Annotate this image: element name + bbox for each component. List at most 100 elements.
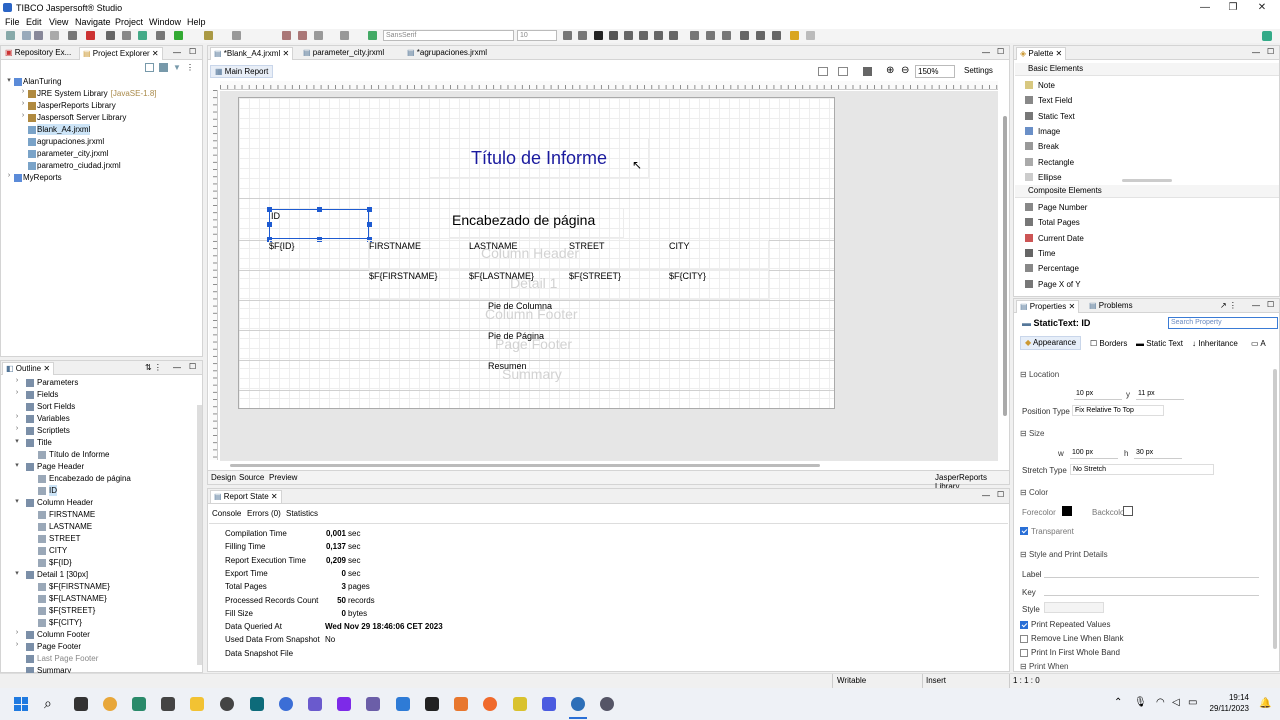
outline-item[interactable]: Sort Fields [37, 401, 75, 412]
menu-project[interactable]: Project [115, 17, 143, 27]
header-street[interactable]: STREET [569, 241, 605, 251]
app-icon-10[interactable] [366, 697, 380, 711]
palette-item[interactable]: Total Pages [1038, 217, 1080, 228]
outline-item[interactable]: $F{FIRSTNAME} [49, 581, 110, 592]
vscode-icon[interactable] [396, 697, 410, 711]
maximize-palette-icon[interactable]: ☐ [1267, 47, 1274, 56]
tree-item[interactable]: JRE System Library [JavaSE-1.8] [37, 88, 157, 99]
tab-parameter-city[interactable]: ▤ parameter_city.jrxml [300, 47, 387, 60]
outline-item[interactable]: LASTNAME [49, 521, 92, 532]
tab-borders[interactable]: ☐ Borders [1090, 339, 1127, 348]
file-explorer-icon[interactable] [190, 697, 204, 711]
snap-icon[interactable] [863, 67, 872, 76]
detail-city[interactable]: $F{CITY} [669, 271, 706, 281]
y-input[interactable]: 11 px [1136, 389, 1184, 400]
tree-item[interactable]: Blank_A4.jrxml [37, 124, 91, 135]
search-icon[interactable]: ⌕ [44, 695, 52, 712]
app-icon-16[interactable] [542, 697, 556, 711]
minimize-properties-icon[interactable]: — [1252, 301, 1260, 310]
tab-agrupaciones[interactable]: ▤ *agrupaciones.jrxml [404, 47, 490, 60]
properties-scrollbar[interactable] [1273, 369, 1277, 649]
app-icon-13[interactable] [454, 697, 468, 711]
tree-item[interactable]: agrupaciones.jrxml [37, 136, 104, 147]
app-icon-7[interactable] [279, 697, 293, 711]
search-property-input[interactable]: Search Property [1168, 317, 1278, 329]
design-canvas[interactable]: Título de Informe Encabezado de página C… [220, 91, 998, 461]
palette-item[interactable]: Current Date [1038, 233, 1084, 244]
expand-toggle-icon[interactable]: ▾ [13, 569, 21, 577]
bold-icon[interactable] [594, 31, 603, 40]
zoom-out-icon[interactable]: ⊖ [901, 65, 909, 76]
expand-toggle-icon[interactable]: › [19, 88, 27, 95]
minimize-editor-icon[interactable]: — [982, 48, 990, 57]
header-firstname[interactable]: FIRSTNAME [369, 241, 421, 251]
outline-item[interactable]: Variables [37, 413, 70, 424]
outline-item[interactable]: Encabezado de página [49, 473, 131, 484]
menu-window[interactable]: Window [149, 17, 181, 27]
maximize-editor-icon[interactable]: ☐ [997, 47, 1004, 56]
transparent-checkbox[interactable] [1020, 527, 1028, 535]
expand-toggle-icon[interactable]: › [13, 389, 21, 396]
palette-scrollbar[interactable] [1122, 179, 1172, 182]
print-repeated-checkbox[interactable] [1020, 621, 1028, 629]
minimize-icon[interactable]: — [1198, 2, 1212, 13]
outline-item[interactable]: $F{ID} [49, 557, 72, 568]
detail-lastname[interactable]: $F{LASTNAME} [469, 271, 534, 281]
windows-start-icon[interactable] [14, 697, 28, 711]
notifications-icon[interactable]: 🔔 [1259, 698, 1271, 709]
tree-item[interactable]: AlanTuring [23, 76, 61, 87]
expand-toggle-icon[interactable]: › [13, 425, 21, 432]
zoom-select[interactable]: 150% [915, 65, 955, 78]
remove-line-checkbox[interactable] [1020, 635, 1028, 643]
tab-inheritance[interactable]: ↓ Inheritance [1192, 339, 1238, 348]
id-field[interactable]: $F{ID} [269, 241, 295, 251]
italic-icon[interactable] [609, 31, 618, 40]
maximize-icon[interactable]: ❐ [1226, 2, 1240, 13]
tab-problems[interactable]: ▤ Problems [1086, 300, 1136, 313]
maximize-panel-icon[interactable]: ☐ [189, 47, 196, 56]
tab-preview[interactable]: Preview [269, 473, 297, 482]
battery-icon[interactable]: ▭ [1188, 697, 1197, 708]
minimize-palette-icon[interactable]: — [1252, 48, 1260, 57]
palette-item[interactable]: Ellipse [1038, 172, 1062, 183]
palette-item[interactable]: Time [1038, 248, 1055, 259]
wifi-icon[interactable]: ◠ [1156, 697, 1165, 708]
layout-icon[interactable] [818, 67, 828, 76]
column-footer-text[interactable]: Pie de Columna [488, 301, 552, 311]
palette-item[interactable]: Break [1038, 141, 1059, 152]
app-icon-2[interactable] [132, 697, 146, 711]
chrome-icon[interactable] [103, 697, 117, 711]
outline-item[interactable]: $F{LASTNAME} [49, 593, 107, 604]
outline-item[interactable]: $F{STREET} [49, 605, 95, 616]
tab-console[interactable]: Console [212, 509, 241, 518]
summary-text[interactable]: Resumen [488, 361, 527, 371]
outline-item[interactable]: Column Header [37, 497, 93, 508]
clock-date[interactable]: 29/11/2023 [1205, 704, 1249, 713]
settings-button[interactable]: Settings [964, 66, 993, 75]
outline-item[interactable]: Title [37, 437, 52, 448]
maximize-properties-icon[interactable]: ☐ [1267, 300, 1274, 309]
stretch-type-select[interactable]: No Stretch [1070, 464, 1214, 475]
tree-item[interactable]: MyReports [23, 172, 62, 183]
key-input[interactable] [1044, 595, 1259, 596]
close-icon[interactable]: ✕ [1255, 2, 1269, 13]
terminal-icon[interactable] [425, 697, 439, 711]
maximize-report-state-icon[interactable]: ☐ [997, 490, 1004, 499]
page-header-text[interactable]: Encabezado de página [452, 212, 595, 228]
outline-item[interactable]: Last Page Footer [37, 653, 98, 664]
microphone-icon[interactable]: 🎙 [1134, 697, 1147, 708]
palette-item[interactable]: Text Field [1038, 95, 1072, 106]
outline-item[interactable]: Column Footer [37, 629, 90, 640]
tab-more[interactable]: ▭ A [1251, 339, 1266, 348]
expand-toggle-icon[interactable]: › [13, 629, 21, 636]
palette-item[interactable]: Note [1038, 80, 1055, 91]
header-lastname[interactable]: LASTNAME [469, 241, 518, 251]
tab-repository-explorer[interactable]: ▣ Repository Ex... [2, 47, 74, 60]
expand-toggle-icon[interactable]: › [19, 112, 27, 119]
outline-item[interactable]: Título de Informe [49, 449, 109, 460]
tree-item[interactable]: Jaspersoft Server Library [37, 112, 126, 123]
backcolor-swatch[interactable] [1123, 506, 1133, 516]
width-input[interactable]: 100 px [1070, 448, 1118, 459]
app-icon-8[interactable] [308, 697, 322, 711]
tab-project-explorer[interactable]: ▤ Project Explorer ✕ [79, 47, 163, 60]
